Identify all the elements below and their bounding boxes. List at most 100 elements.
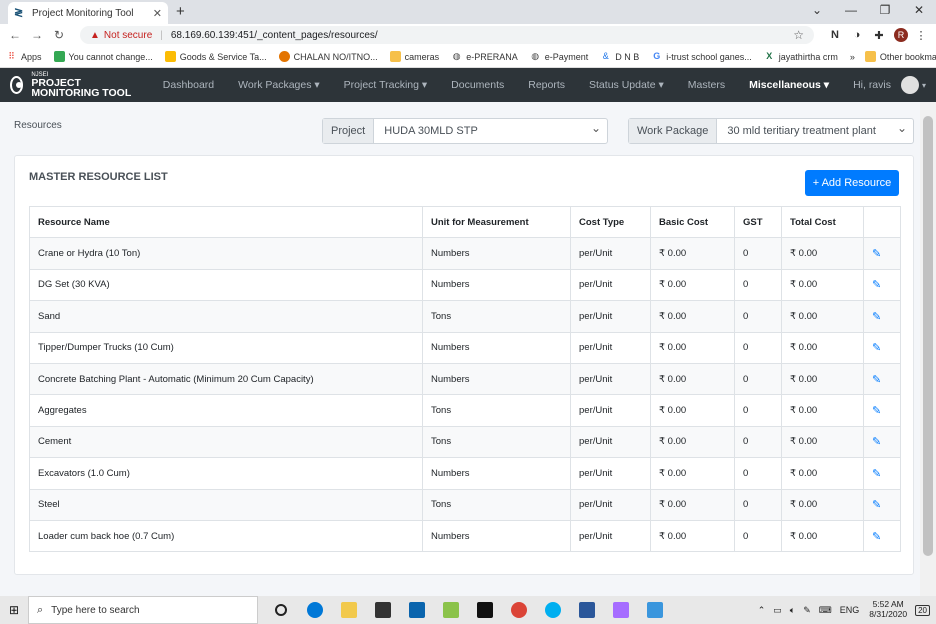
cortana-circle-icon[interactable] <box>264 596 298 624</box>
omnibox-divider: | <box>160 29 163 41</box>
edit-icon[interactable]: ✎ <box>872 311 881 323</box>
bookmark-item[interactable]: Xjayathirtha crm <box>764 51 838 62</box>
column-header[interactable]: Unit for Measurement <box>422 205 571 239</box>
add-resource-button[interactable]: + Add Resource <box>805 170 899 196</box>
edit-icon[interactable]: ✎ <box>872 531 881 543</box>
bookmark-item[interactable]: You cannot change... <box>53 51 153 62</box>
user-menu-caret-icon[interactable]: ▾ <box>922 81 926 90</box>
bookmark-item[interactable]: CHALAN NO/ITNO... <box>278 51 378 62</box>
edit-icon[interactable]: ✎ <box>872 342 881 354</box>
gst-cell: 0 <box>734 331 782 364</box>
edit-icon[interactable]: ✎ <box>872 248 881 260</box>
back-arrow-icon[interactable]: ← <box>6 28 24 42</box>
edit-icon[interactable]: ✎ <box>872 436 881 448</box>
bookmark-item[interactable]: ◍ e-PRERANA <box>451 51 518 62</box>
column-header[interactable]: Cost Type <box>570 205 651 239</box>
terminal-icon[interactable] <box>468 596 502 624</box>
cost-type-cell: per/Unit <box>570 362 651 396</box>
nav-reports[interactable]: Reports <box>528 79 565 91</box>
extension-circle-icon[interactable]: ◑ <box>848 29 866 41</box>
keyboard-icon[interactable]: ⌨ <box>819 605 832 616</box>
nav-documents[interactable]: Documents <box>451 79 504 91</box>
battery-icon[interactable]: ▭ <box>773 605 782 616</box>
bookmark-apps[interactable]: ⠿ Apps <box>6 51 41 62</box>
new-tab-icon[interactable]: + <box>176 3 185 20</box>
bookmark-star-icon[interactable]: ☆ <box>793 28 804 42</box>
edge-icon[interactable] <box>298 596 332 624</box>
app-logo[interactable]: NJSEI PROJECT MONITORING TOOL <box>10 72 133 99</box>
work-package-select[interactable]: 30 mld teritiary treatment plant <box>717 116 913 143</box>
bookmark-item[interactable]: ◍ e-Payment <box>530 51 588 62</box>
skype-icon[interactable] <box>536 596 570 624</box>
edit-icon[interactable]: ✎ <box>872 499 881 511</box>
cost-type-cell: per/Unit <box>570 331 651 364</box>
nav-status-update[interactable]: Status Update ▾ <box>589 79 664 91</box>
browser-menu-icon[interactable]: ⋮ <box>912 29 930 42</box>
gst-cell: 0 <box>734 425 782 459</box>
column-header[interactable]: Resource Name <box>29 205 423 239</box>
edit-icon[interactable]: ✎ <box>872 405 881 417</box>
maximize-icon[interactable]: ❐ <box>868 0 902 22</box>
forward-arrow-icon[interactable]: → <box>28 28 46 42</box>
edit-icon[interactable]: ✎ <box>872 374 881 386</box>
bookmark-item[interactable]: Gi-trust school ganes... <box>651 51 752 62</box>
paint-icon[interactable] <box>434 596 468 624</box>
bookmark-item[interactable]: & D N B <box>600 51 640 62</box>
close-window-icon[interactable]: ✕ <box>902 0 936 22</box>
tray-chevron-icon[interactable]: ⌃ <box>758 605 766 616</box>
nav-project-tracking[interactable]: Project Tracking ▾ <box>344 79 427 91</box>
extension-n-icon[interactable]: N <box>826 29 844 41</box>
windows-start-icon[interactable]: ⊞ <box>0 603 28 617</box>
browser-tab[interactable]: ≷ Project Monitoring Tool ✕ <box>8 2 168 24</box>
page-scrollbar[interactable] <box>920 102 936 596</box>
window-controls: ⌄ — ❐ ✕ <box>800 0 936 22</box>
scrollbar-thumb[interactable] <box>923 116 933 556</box>
ampersand-icon: & <box>602 51 609 61</box>
total-cost-cell: ₹ 0.00 <box>781 331 864 364</box>
language-indicator[interactable]: ENG <box>840 605 860 615</box>
nav-masters[interactable]: Masters <box>688 79 725 91</box>
outlook-icon[interactable] <box>400 596 434 624</box>
pen-icon[interactable]: ✎ <box>803 605 811 616</box>
paint3d-icon[interactable] <box>604 596 638 624</box>
column-header[interactable]: Total Cost <box>781 205 864 239</box>
edit-icon[interactable]: ✎ <box>872 468 881 480</box>
browser-tab-bar: ≷ Project Monitoring Tool ✕ + ⌄ — ❐ ✕ <box>0 0 936 24</box>
close-tab-icon[interactable]: ✕ <box>153 7 162 20</box>
edit-icon[interactable]: ✎ <box>872 279 881 291</box>
user-greeting[interactable]: Hi, ravis <box>853 79 891 91</box>
extensions-puzzle-icon[interactable]: ✚ <box>870 29 888 42</box>
table-row: Tipper/Dumper Trucks (10 Cum) Numbers per/… <box>29 331 901 364</box>
omnibox[interactable]: ▲ Not secure | 68.169.60.139:451/_conten… <box>80 26 814 44</box>
reload-icon[interactable]: ↻ <box>50 28 68 42</box>
profile-avatar[interactable]: R <box>894 28 908 42</box>
column-header[interactable]: GST <box>734 205 782 239</box>
store-icon[interactable] <box>366 596 400 624</box>
other-bookmarks[interactable]: Other bookmarks <box>864 51 936 62</box>
cost-type-cell: per/Unit <box>570 425 651 459</box>
chevron-down-icon[interactable]: ⌄ <box>800 0 834 22</box>
nav-dashboard[interactable]: Dashboard <box>163 79 214 91</box>
file-explorer-icon[interactable] <box>332 596 366 624</box>
nav-miscellaneous[interactable]: Miscellaneous ▾ <box>749 79 829 91</box>
word-icon[interactable] <box>570 596 604 624</box>
project-select[interactable]: HUDA 30MLD STP <box>374 116 607 143</box>
edit-cell: ✎ <box>863 268 901 302</box>
volume-icon[interactable]: 🔈︎ <box>790 605 795 616</box>
column-header[interactable]: Basic Cost <box>650 205 735 239</box>
user-avatar[interactable] <box>900 76 919 94</box>
basic-cost-cell: ₹ 0.00 <box>650 268 735 302</box>
notification-center-icon[interactable]: 20 <box>915 604 930 616</box>
minimize-icon[interactable]: — <box>834 0 868 22</box>
security-label[interactable]: Not secure <box>104 30 152 41</box>
clock[interactable]: 5:52 AM 8/31/2020 <box>869 599 907 620</box>
bookmark-item[interactable]: Goods & Service Ta... <box>164 51 267 62</box>
photos-icon[interactable] <box>638 596 672 624</box>
bookmark-item[interactable]: cameras <box>389 51 439 62</box>
taskbar-search-input[interactable]: ⌕ Type here to search <box>28 596 258 624</box>
nav-work-packages[interactable]: Work Packages ▾ <box>238 79 320 91</box>
unit-cell: Tons <box>422 394 571 427</box>
chrome-icon[interactable] <box>502 596 536 624</box>
more-bookmarks-button[interactable]: » <box>850 52 855 62</box>
url-text[interactable]: 68.169.60.139:451/_content_pages/resourc… <box>171 30 793 41</box>
